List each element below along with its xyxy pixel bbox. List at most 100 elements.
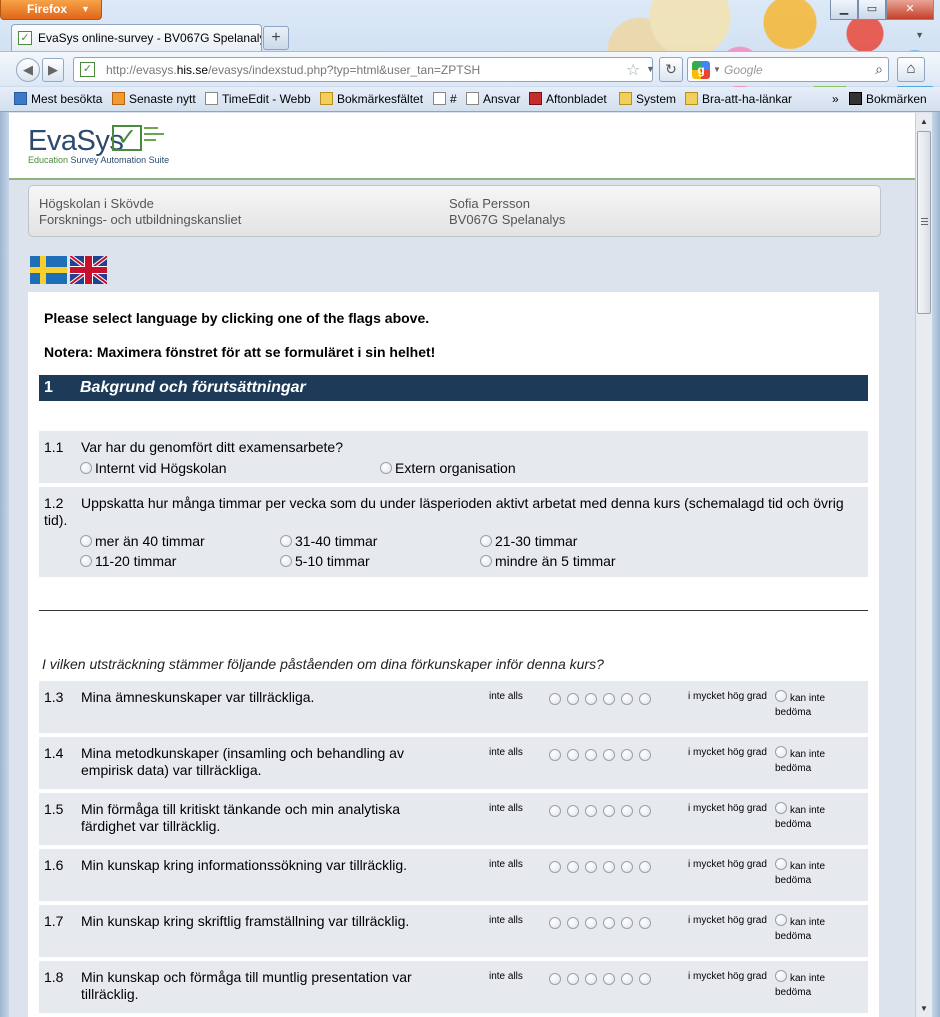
radio-button[interactable] [80,462,92,474]
likert-radio-button[interactable] [549,693,561,705]
likert-radio-button[interactable] [621,861,633,873]
minimize-button[interactable]: ▁ [830,0,858,20]
google-engine-icon[interactable]: g [692,61,710,79]
radio-button[interactable] [775,914,787,926]
firefox-menu-button[interactable]: Firefox ▼ [0,0,102,20]
radio-button[interactable] [775,746,787,758]
radio-button[interactable] [280,535,292,547]
likert-radio-button[interactable] [621,917,633,929]
option-hours[interactable]: 21-30 timmar [480,533,577,549]
likert-radio-button[interactable] [603,861,615,873]
radio-button[interactable] [80,555,92,567]
bookmark-item[interactable]: # [433,92,457,106]
search-icon[interactable]: ⌕ [875,61,883,78]
likert-radio-button[interactable] [585,861,597,873]
scroll-down-icon[interactable]: ▼ [916,1000,932,1017]
url-text[interactable]: http://evasys.his.se/evasys/indexstud.ph… [106,63,480,77]
site-identity-icon[interactable]: ✓ [80,62,95,77]
scrollbar-thumb[interactable] [917,131,931,314]
likert-radio-button[interactable] [567,917,579,929]
cannot-assess-option[interactable]: kan inte bedöma [775,746,855,776]
likert-radio-button[interactable] [639,805,651,817]
cannot-assess-option[interactable]: kan inte bedöma [775,970,855,1000]
uk-flag-icon[interactable] [70,256,107,284]
address-bar[interactable]: ✓ http://evasys.his.se/evasys/indexstud.… [73,57,655,82]
likert-radio-button[interactable] [585,917,597,929]
bookmarks-menu-button[interactable]: Bokmärken [849,92,927,106]
option-hours[interactable]: 11-20 timmar [80,553,176,569]
bookmark-folder[interactable]: Bra-att-ha-länkar [685,92,792,106]
likert-radio-button[interactable] [621,805,633,817]
likert-radio-button[interactable] [639,973,651,985]
likert-radio-button[interactable] [639,917,651,929]
likert-radio-button[interactable] [603,973,615,985]
likert-radio-button[interactable] [621,693,633,705]
radio-button[interactable] [775,858,787,870]
radio-button[interactable] [480,555,492,567]
radio-button[interactable] [775,802,787,814]
likert-radio-button[interactable] [639,693,651,705]
tab-list-icon[interactable]: ▼ [915,30,924,40]
likert-radio-button[interactable] [567,749,579,761]
bookmarks-overflow-button[interactable]: » [832,92,839,106]
bookmark-folder[interactable]: System [619,92,676,106]
cannot-assess-option[interactable]: kan inte bedöma [775,802,855,832]
likert-radio-button[interactable] [603,917,615,929]
likert-radio-button[interactable] [621,973,633,985]
forward-button[interactable]: ▶ [42,58,64,82]
likert-radio-button[interactable] [639,861,651,873]
option-internt[interactable]: Internt vid Högskolan [80,460,227,476]
radio-button[interactable] [380,462,392,474]
likert-radio-button[interactable] [567,693,579,705]
swedish-flag-icon[interactable] [30,256,67,284]
option-hours[interactable]: 31-40 timmar [280,533,377,549]
close-window-button[interactable]: ✕ [886,0,934,20]
likert-radio-button[interactable] [603,805,615,817]
scroll-up-icon[interactable]: ▲ [916,113,932,130]
maximize-button[interactable]: ▭ [858,0,886,20]
bookmark-star-icon[interactable]: ☆ [626,60,640,80]
radio-button[interactable] [775,970,787,982]
vertical-scrollbar[interactable]: ▲ ▼ [915,113,932,1017]
radio-button[interactable] [280,555,292,567]
bookmark-item[interactable]: Senaste nytt [112,92,196,106]
bookmark-item[interactable]: Aftonbladet [529,92,607,106]
likert-radio-button[interactable] [549,973,561,985]
bookmark-item[interactable]: Mest besökta [14,92,102,106]
likert-radio-button[interactable] [639,749,651,761]
tab-active[interactable]: ✓ EvaSys online-survey - BV067G Spelanal… [11,24,262,51]
cannot-assess-option[interactable]: kan inte bedöma [775,690,855,720]
home-button[interactable]: ⌂ [897,57,925,82]
likert-radio-button[interactable] [585,693,597,705]
likert-radio-button[interactable] [567,805,579,817]
likert-radio-button[interactable] [621,749,633,761]
option-extern[interactable]: Extern organisation [380,460,516,476]
engine-dropdown-icon[interactable]: ▼ [713,65,721,74]
likert-radio-button[interactable] [549,805,561,817]
likert-radio-button[interactable] [567,861,579,873]
radio-button[interactable] [80,535,92,547]
bookmark-item[interactable]: TimeEdit - Webb [205,92,311,106]
history-dropdown-icon[interactable]: ▼ [646,64,655,74]
option-hours[interactable]: mindre än 5 timmar [480,553,616,569]
likert-radio-button[interactable] [549,861,561,873]
likert-radio-button[interactable] [549,749,561,761]
cannot-assess-option[interactable]: kan inte bedöma [775,914,855,944]
new-tab-button[interactable]: + [263,26,289,50]
likert-radio-button[interactable] [585,749,597,761]
likert-radio-button[interactable] [585,973,597,985]
likert-radio-button[interactable] [603,749,615,761]
cannot-assess-option[interactable]: kan inte bedöma [775,858,855,888]
likert-radio-button[interactable] [585,805,597,817]
likert-radio-button[interactable] [603,693,615,705]
bookmark-item[interactable]: Ansvar [466,92,520,106]
option-hours[interactable]: 5-10 timmar [280,553,370,569]
bookmark-folder[interactable]: Bokmärkesfältet [320,92,423,106]
search-box[interactable]: g ▼ Google ⌕ [687,57,889,82]
back-button[interactable]: ◀ [16,58,40,82]
option-hours[interactable]: mer än 40 timmar [80,533,205,549]
radio-button[interactable] [775,690,787,702]
radio-button[interactable] [480,535,492,547]
reload-button[interactable]: ↻ [659,57,683,82]
likert-radio-button[interactable] [549,917,561,929]
